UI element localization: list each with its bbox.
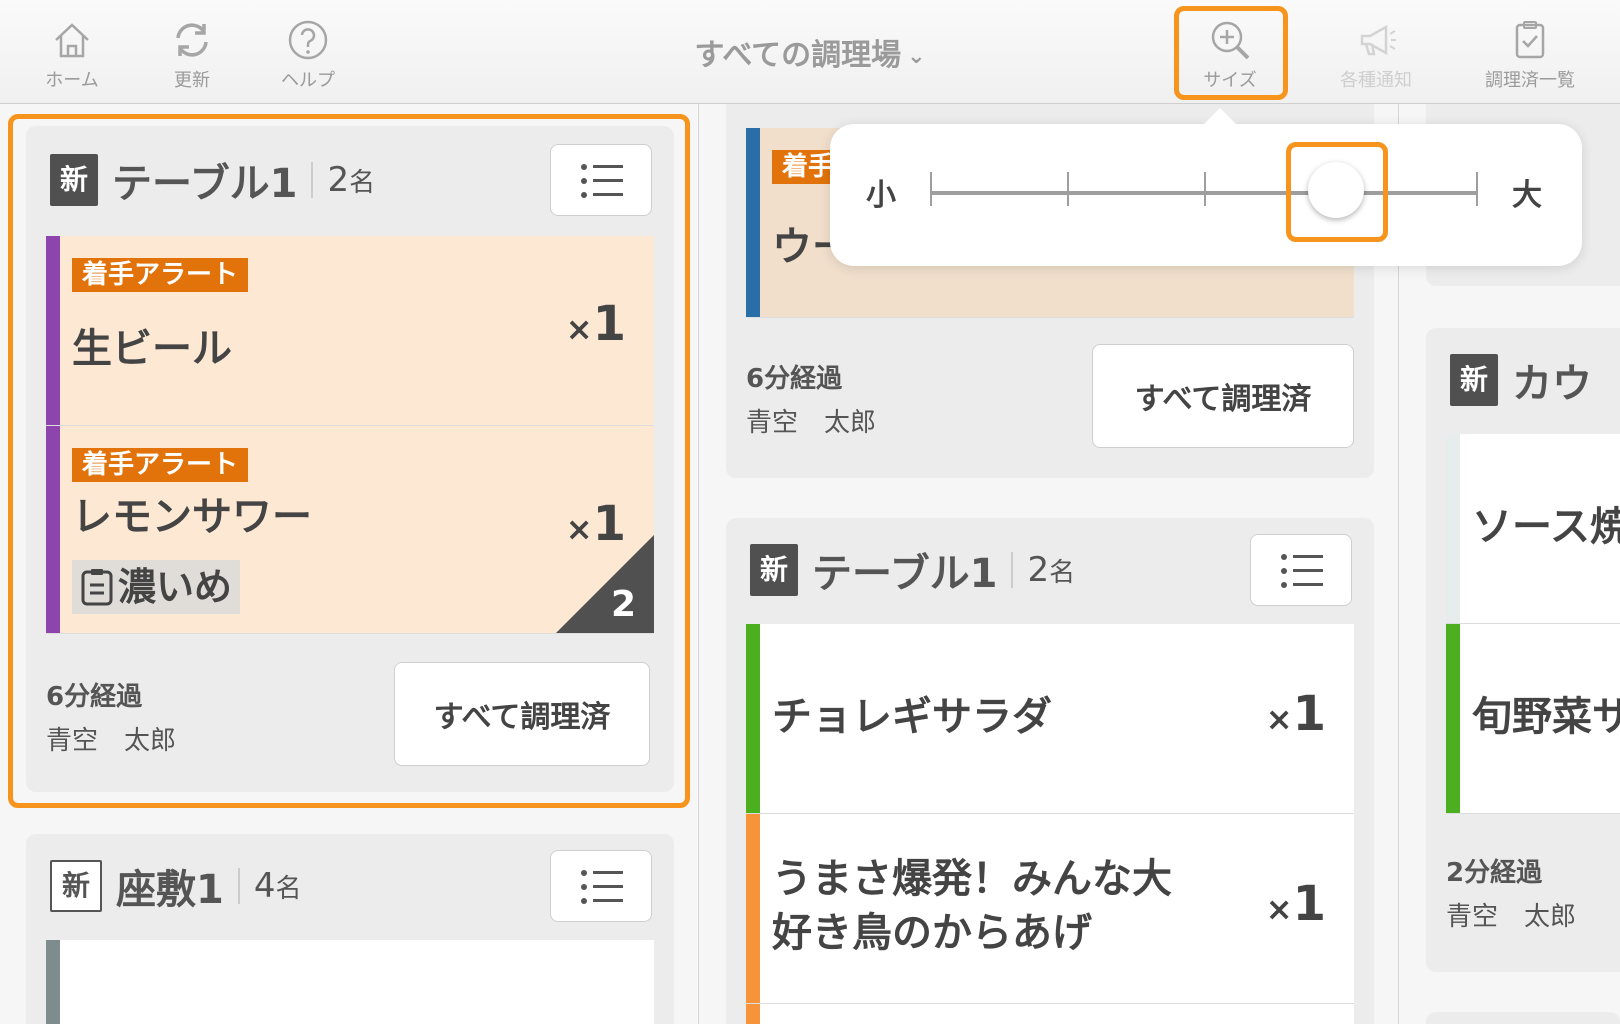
new-badge: 新	[750, 544, 799, 596]
new-badge: 新	[1450, 354, 1499, 406]
category-stripe	[746, 624, 760, 813]
category-stripe	[1446, 434, 1460, 623]
all-done-button[interactable]: すべて調理済	[1092, 344, 1354, 448]
table-name: テーブル1	[812, 551, 998, 597]
order-item[interactable]: チョレギサラダ ×1	[746, 624, 1354, 814]
item-name: うまさ爆発！みんな大好き鳥のからあげ	[772, 856, 1172, 956]
card-highlight	[8, 114, 690, 808]
order-card-zashiki1[interactable]: 新 座敷1 4名	[26, 834, 674, 1024]
kitchen-selector-label: すべての調理場	[694, 38, 902, 73]
elapsed-time: 6分経過	[746, 364, 843, 394]
slider-thumb-highlight	[1286, 142, 1388, 242]
card-header: 新 座敷1 4名	[50, 858, 302, 914]
clipboard-check-icon	[1515, 21, 1545, 59]
chevron-down-icon: ⌄	[907, 44, 926, 69]
size-button-highlight	[1174, 6, 1288, 100]
item-name: ソース焼	[1472, 504, 1620, 550]
staff-name: 青空 太郎	[1446, 902, 1577, 932]
megaphone-icon	[1360, 24, 1396, 56]
size-large-label: 大	[1512, 178, 1542, 213]
order-card-counter[interactable]: 新 カウ ソース焼 旬野菜サ 2分経過 青空 太郎	[1426, 328, 1620, 972]
list-icon	[581, 870, 623, 904]
category-stripe	[746, 814, 760, 1003]
order-item[interactable]: うまさ爆発！みんな大好き鳥のからあげ ×1	[746, 814, 1354, 1004]
card-header: 新 カウ	[1450, 352, 1592, 408]
staff-name: 青空 太郎	[746, 408, 877, 438]
item-name: チョレギサラダ	[772, 694, 1052, 740]
category-stripe	[46, 940, 60, 1024]
item-name: 旬野菜サ	[1472, 694, 1620, 740]
cooked-list-button[interactable]: 調理済一覧	[1470, 18, 1590, 94]
order-card-partial[interactable]	[1426, 1012, 1620, 1024]
list-icon	[1281, 554, 1323, 588]
card-menu-button[interactable]	[550, 850, 652, 922]
slider-tick	[1204, 172, 1206, 206]
category-stripe	[746, 1004, 760, 1024]
elapsed-time: 2分経過	[1446, 858, 1543, 888]
notify-label: 各種通知	[1340, 70, 1412, 91]
guest-count: 2名	[1027, 550, 1076, 590]
new-badge: 新	[50, 860, 103, 912]
slider-tick	[1067, 172, 1069, 206]
item-qty: ×1	[1265, 876, 1326, 932]
order-card-table1[interactable]: 新 テーブル1 2名 チョレギサラダ ×1 うまさ爆発！みんな大好き鳥のからあげ…	[726, 518, 1374, 1024]
order-item[interactable]: ソース焼	[1446, 434, 1620, 624]
divider	[237, 868, 240, 904]
order-item[interactable]: 旬野菜サ	[1446, 624, 1620, 814]
top-bar: ホーム 更新 ヘルプ すべての調理場 ⌄ サイズ 各種通知 調理済一覧	[0, 0, 1620, 104]
guest-count: 4名	[253, 866, 302, 906]
order-item[interactable]	[746, 1004, 1354, 1024]
size-small-label: 小	[866, 178, 896, 213]
popover-arrow	[1202, 108, 1238, 126]
size-popover: 小 大	[830, 108, 1582, 266]
item-qty: ×1	[1265, 686, 1326, 742]
card-header: 新 テーブル1 2名	[750, 542, 1075, 598]
table-name: 座敷1	[116, 867, 224, 913]
slider-tick	[930, 172, 932, 206]
cooked-list-label: 調理済一覧	[1485, 70, 1575, 91]
column-divider	[698, 104, 699, 1024]
divider	[1011, 552, 1014, 588]
notify-button[interactable]: 各種通知	[1326, 18, 1426, 94]
card-menu-button[interactable]	[1250, 534, 1352, 606]
order-item[interactable]	[46, 940, 654, 1024]
category-stripe	[746, 128, 760, 317]
table-name: カウ	[1512, 361, 1593, 407]
category-stripe	[1446, 624, 1460, 813]
slider-tick	[1476, 172, 1478, 206]
